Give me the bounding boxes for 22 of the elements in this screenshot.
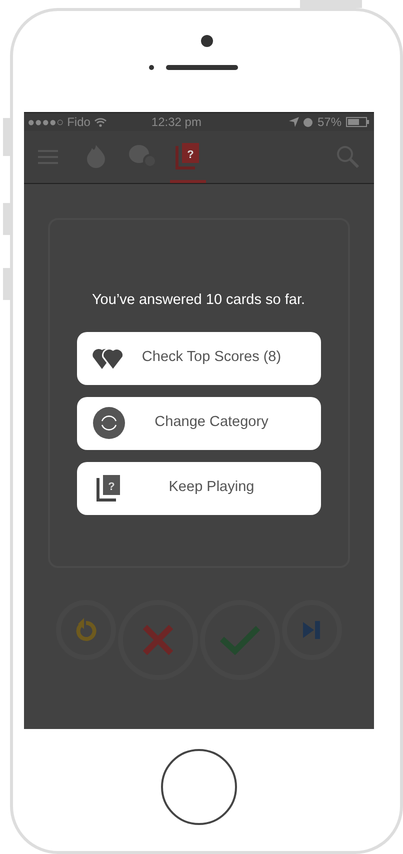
search-icon[interactable] (336, 145, 360, 169)
undo-icon (74, 618, 96, 642)
front-camera (200, 35, 212, 47)
close-icon (142, 624, 174, 656)
nav-tab[interactable]: ? (170, 131, 206, 183)
dialog-option-button[interactable]: ? Keep Playing (76, 462, 320, 515)
refresh-icon (92, 407, 124, 440)
dialog-option-button[interactable]: Change Category (76, 396, 320, 450)
battery-icon (346, 117, 370, 127)
top-button[interactable] (300, 0, 362, 8)
chat-bubbles-icon[interactable] (128, 144, 156, 168)
location-arrow-icon (289, 117, 300, 127)
carrier-name: ●●●●○ Fido (28, 114, 90, 131)
dialog-message: You’ve answered 10 cards so far. (92, 291, 306, 310)
wifi-icon (94, 117, 108, 127)
speaker-grille (166, 65, 238, 70)
clock-time: 12:32 pm (151, 114, 202, 131)
battery-percent: 57% (317, 114, 342, 131)
dialog-option-button[interactable]: Check Top Scores (8) (76, 332, 320, 385)
skip-icon (302, 621, 320, 639)
alarm-icon (303, 117, 314, 127)
checkmark-icon (218, 625, 260, 655)
